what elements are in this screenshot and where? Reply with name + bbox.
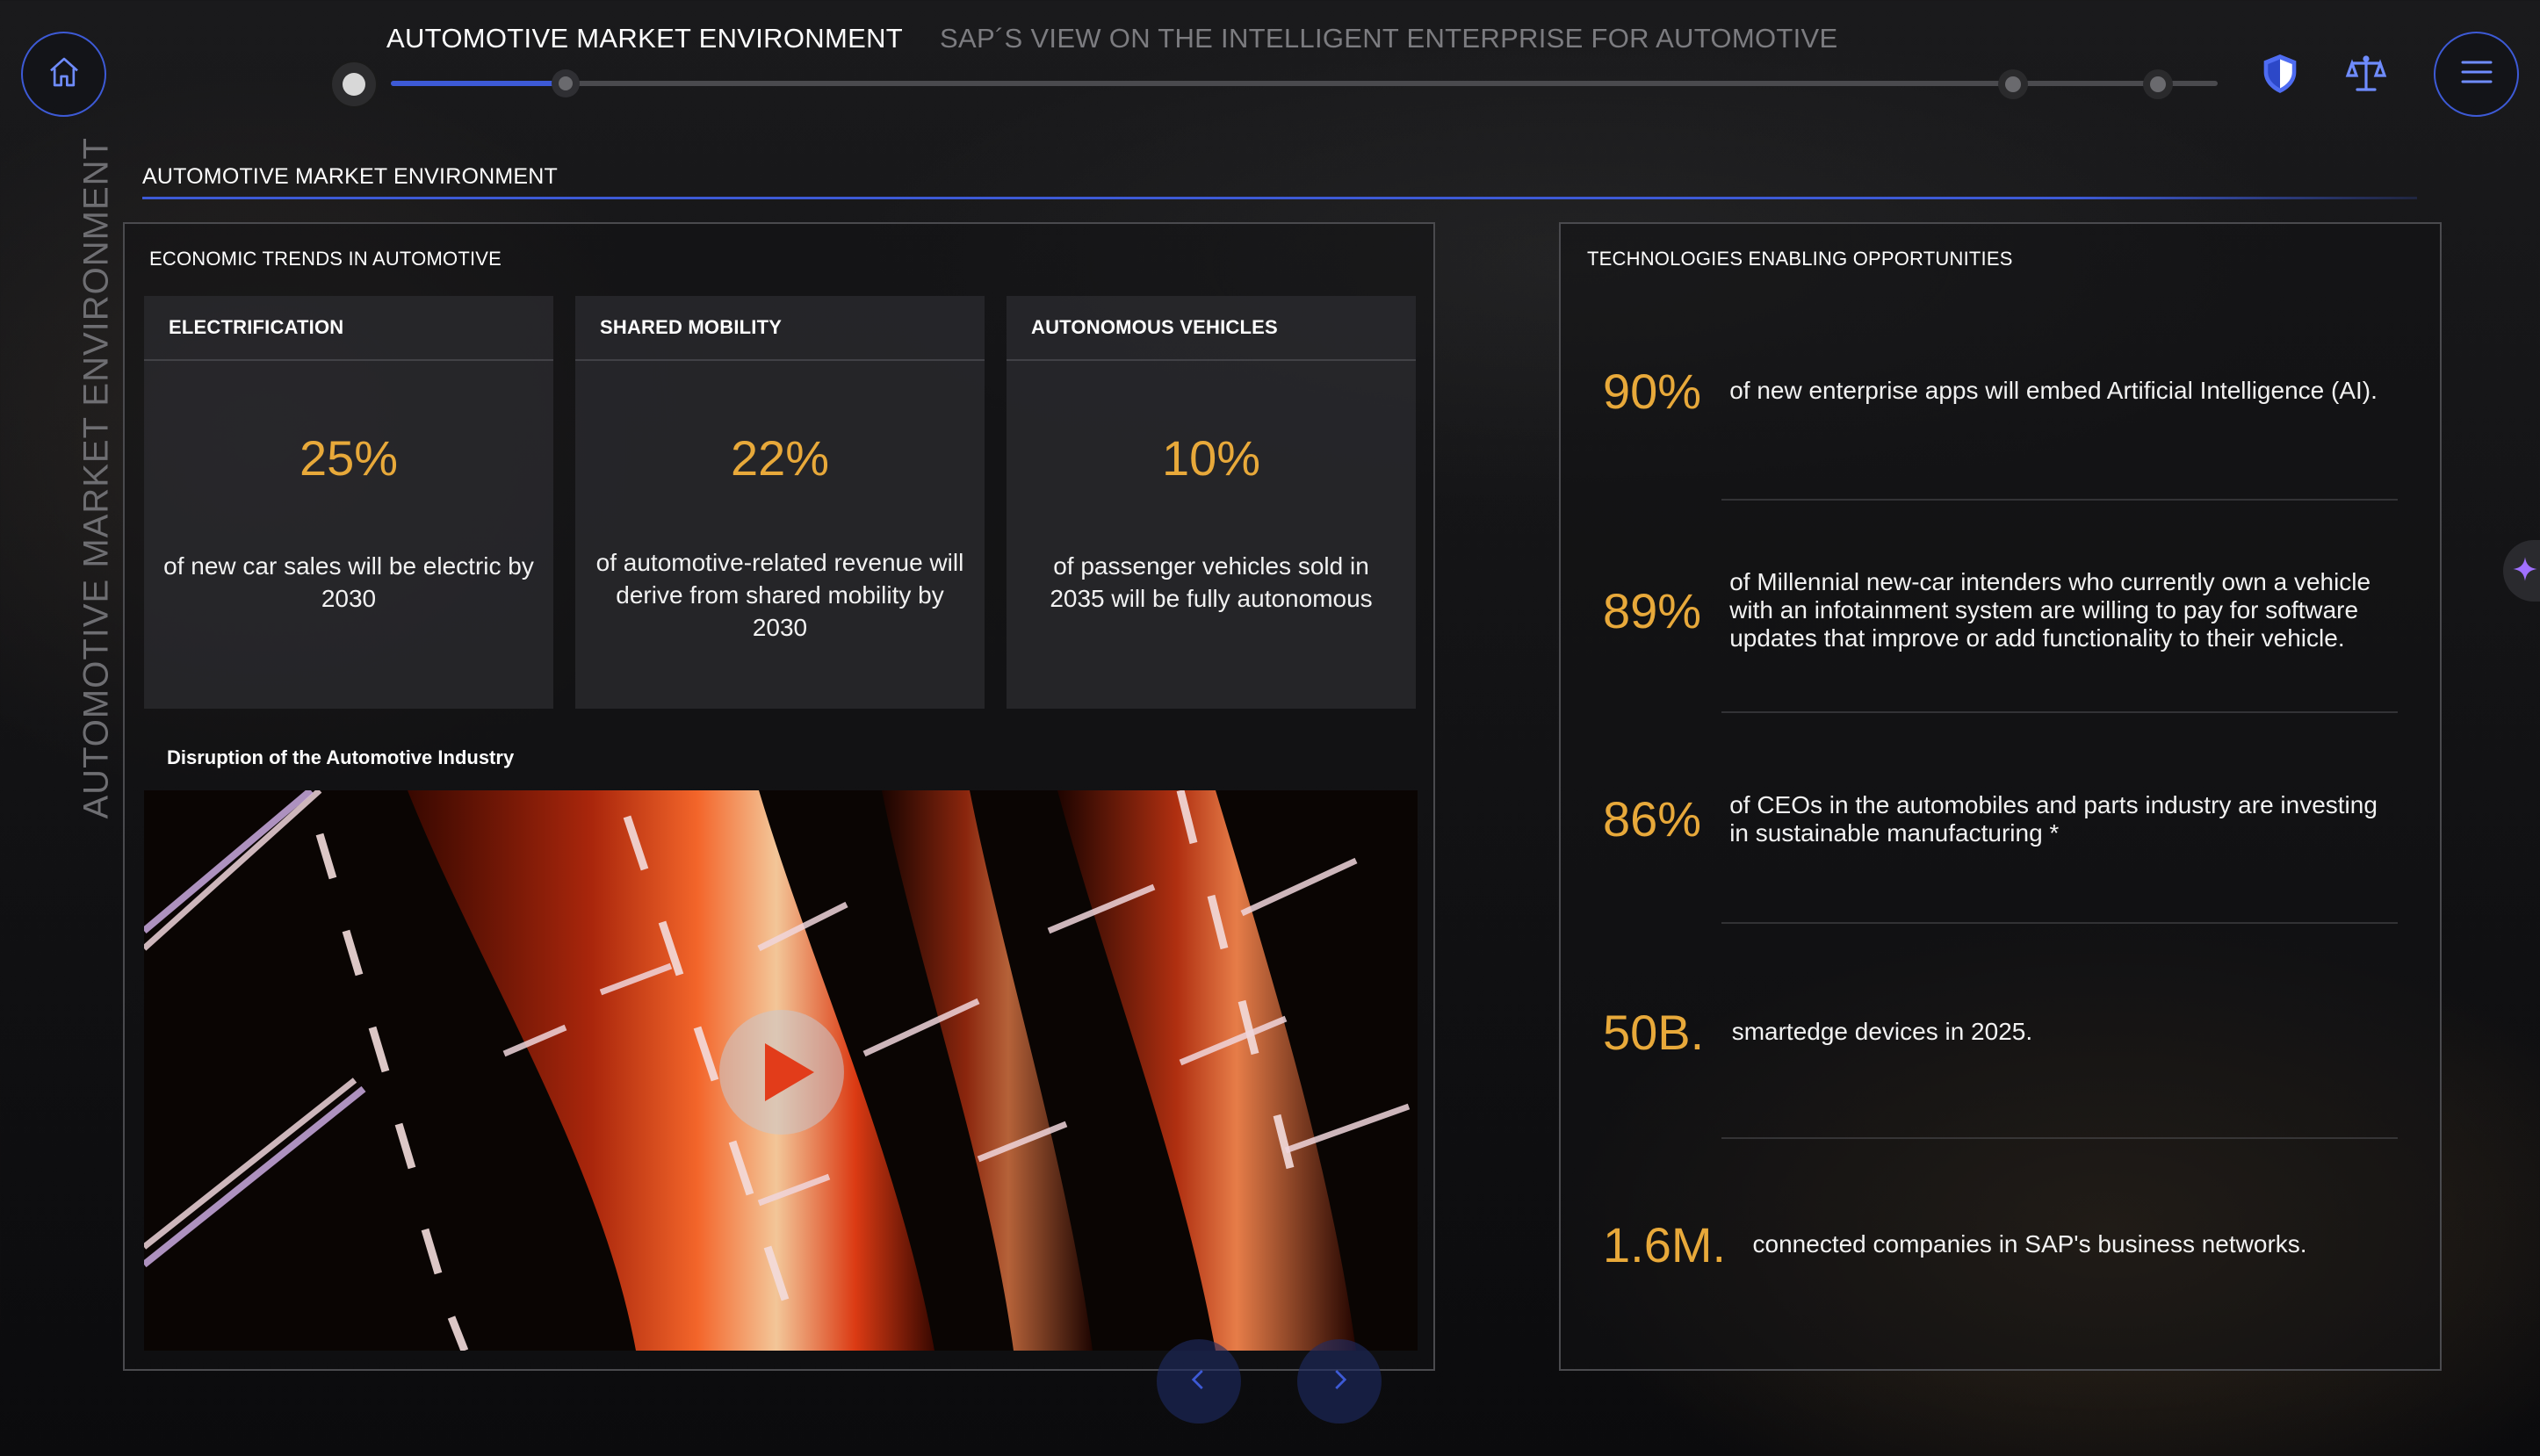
scales-icon [2345, 55, 2387, 98]
stat-value: 86% [1603, 791, 1702, 847]
section-title: AUTOMOTIVE MARKET ENVIRONMENT [142, 164, 558, 189]
video-title: Disruption of the Automotive Industry [167, 746, 515, 768]
technologies-title: TECHNOLOGIES ENABLING OPPORTUNITIES [1587, 248, 2013, 270]
shield-button[interactable] [2261, 53, 2299, 95]
stat-row-connected-companies: 1.6M. connected companies in SAP's busin… [1603, 1209, 2393, 1279]
shield-icon [2261, 54, 2299, 98]
progress-dot-4[interactable] [2143, 69, 2173, 99]
home-button[interactable] [21, 32, 106, 117]
chevron-left-icon [1186, 1366, 1212, 1397]
trend-card-shared-mobility: SHARED MOBILITY 22% of automotive-relate… [575, 296, 985, 709]
vertical-page-title: AUTOMOTIVE MARKET ENVIRONMENT [76, 137, 116, 819]
progress-current-dot[interactable] [552, 69, 580, 97]
menu-button[interactable] [2434, 32, 2519, 117]
economic-trends-panel: ECONOMIC TRENDS IN AUTOMOTIVE ELECTRIFIC… [123, 222, 1435, 1371]
nav-next-section[interactable]: SAP´S VIEW ON THE INTELLIGENT ENTERPRISE… [940, 23, 1837, 54]
card-title: SHARED MOBILITY [575, 296, 985, 361]
menu-icon [2460, 59, 2493, 90]
video-player[interactable] [144, 790, 1418, 1351]
card-value: 22% [730, 430, 830, 486]
next-button[interactable] [1297, 1339, 1382, 1424]
play-button[interactable] [719, 1010, 844, 1135]
stat-description: of new enterprise apps will embed Artifi… [1729, 377, 2378, 404]
stat-divider [1721, 922, 2398, 924]
chevron-right-icon [1326, 1366, 1353, 1397]
previous-button[interactable] [1157, 1339, 1241, 1424]
stat-divider [1721, 1137, 2398, 1139]
stat-row-millennials: 89% of Millennial new-car intenders who … [1603, 562, 2393, 659]
stat-row-ceos: 86% of CEOs in the automobiles and parts… [1603, 786, 2393, 852]
economic-trends-title: ECONOMIC TRENDS IN AUTOMOTIVE [149, 248, 502, 270]
progress-track [391, 81, 2218, 86]
stat-value: 90% [1603, 363, 1702, 419]
progress-dot-3[interactable] [1998, 69, 2028, 99]
card-title: ELECTRIFICATION [144, 296, 553, 361]
card-value: 10% [1161, 430, 1261, 486]
card-description: of automotive-related revenue will deriv… [595, 549, 964, 641]
stat-divider [1721, 499, 2398, 501]
stat-value: 50B. [1603, 1004, 1705, 1060]
home-icon [47, 54, 82, 94]
card-value: 25% [299, 430, 399, 486]
legal-button[interactable] [2345, 53, 2387, 95]
play-icon [719, 1043, 844, 1138]
section-underline [142, 197, 2417, 199]
card-title: AUTONOMOUS VEHICLES [1007, 296, 1416, 361]
stat-description: smartedge devices in 2025. [1731, 1018, 2033, 1045]
stat-divider [1721, 711, 2398, 713]
assistant-tab[interactable] [2503, 540, 2540, 602]
trend-card-autonomous-vehicles: AUTONOMOUS VEHICLES 10% of passenger veh… [1007, 296, 1416, 709]
stat-description: of Millennial new-car intenders who curr… [1729, 568, 2371, 652]
progress-fill [391, 81, 555, 86]
nav-current-section[interactable]: AUTOMOTIVE MARKET ENVIRONMENT [386, 23, 903, 54]
stat-row-smartedge: 50B. smartedge devices in 2025. [1603, 997, 2393, 1067]
trend-card-electrification: ELECTRIFICATION 25% of new car sales wil… [144, 296, 553, 709]
stat-description: connected companies in SAP's business ne… [1752, 1230, 2307, 1258]
card-description: of new car sales will be electric by 203… [163, 552, 534, 612]
progress-start-dot[interactable] [330, 61, 378, 108]
sparkle-icon [2512, 556, 2538, 587]
stat-value: 89% [1603, 582, 1702, 638]
card-description: of passenger vehicles sold in 2035 will … [1050, 552, 1373, 612]
stat-description: of CEOs in the automobiles and parts ind… [1729, 790, 2378, 847]
stat-value: 1.6M. [1603, 1216, 1727, 1272]
stat-row-ai-apps: 90% of new enterprise apps will embed Ar… [1603, 356, 2393, 426]
